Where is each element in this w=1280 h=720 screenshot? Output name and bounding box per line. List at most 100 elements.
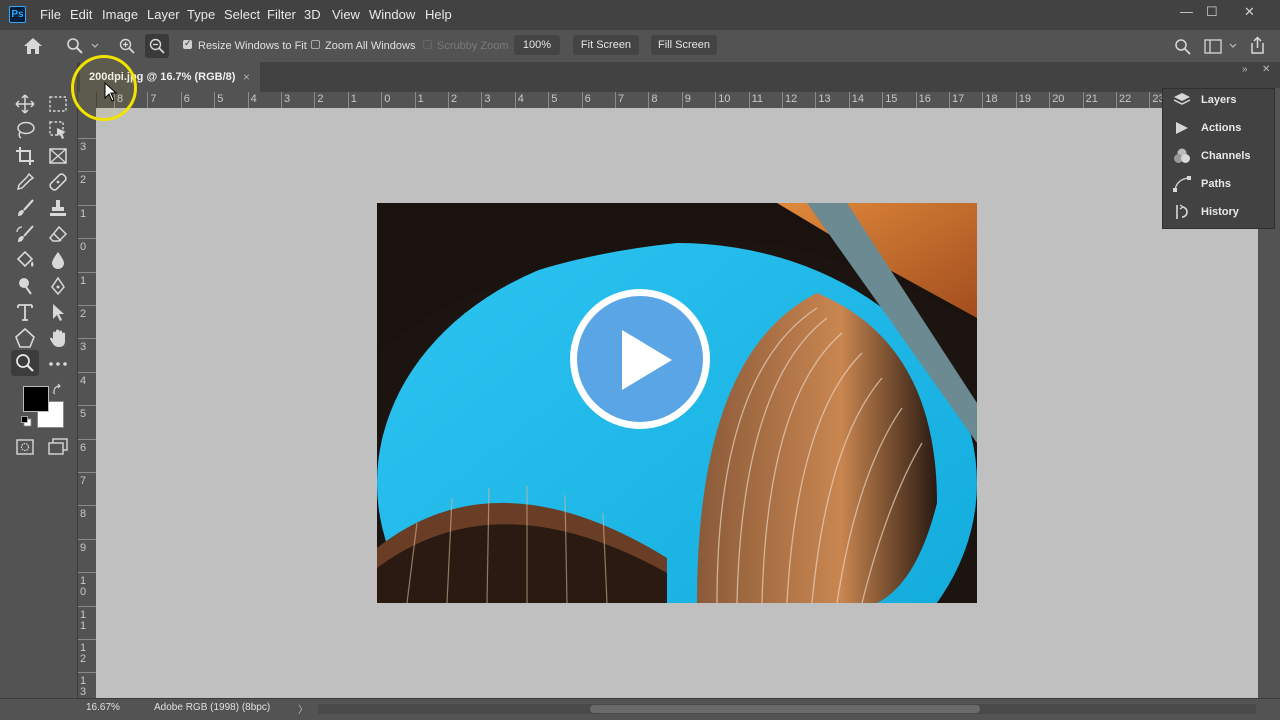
eyedropper-tool-icon[interactable] xyxy=(14,171,36,193)
horizontal-scrollbar-thumb[interactable] xyxy=(590,705,980,713)
more-tools-icon[interactable] xyxy=(47,353,69,375)
menu-help[interactable]: Help xyxy=(425,7,452,22)
panel-layers-label: Layers xyxy=(1201,94,1237,106)
ruler-v-tick xyxy=(78,204,96,206)
home-icon[interactable] xyxy=(23,37,43,55)
dodge-tool-icon[interactable] xyxy=(14,275,36,297)
swap-colors-icon[interactable] xyxy=(52,383,64,395)
menu-window[interactable]: Window xyxy=(369,7,415,22)
zoom-all-windows-checkbox[interactable] xyxy=(311,40,320,49)
search-icon[interactable] xyxy=(1174,38,1191,55)
ruler-h-label: 16 xyxy=(918,93,931,105)
ruler-h-label: 7 xyxy=(618,93,625,105)
panel-channels[interactable]: Channels xyxy=(1173,145,1273,167)
ruler-v-label: 13 xyxy=(80,675,87,698)
ruler-v-tick xyxy=(78,271,96,273)
ruler-h-label: 17 xyxy=(952,93,965,105)
marquee-tool-icon[interactable] xyxy=(47,93,69,115)
status-arrow-icon[interactable]: 〉 xyxy=(298,701,308,716)
pen-tool-icon[interactable] xyxy=(47,275,69,297)
panel-actions[interactable]: Actions xyxy=(1173,117,1273,139)
share-icon[interactable] xyxy=(1249,36,1266,55)
document-image[interactable] xyxy=(377,203,977,603)
zoom-out-button[interactable] xyxy=(145,34,169,58)
close-tab-icon[interactable]: × xyxy=(243,70,250,84)
zoom-value-field[interactable]: 100% xyxy=(514,35,560,55)
panel-paths[interactable]: Paths xyxy=(1173,173,1273,195)
ruler-h-label: 15 xyxy=(885,93,898,105)
shape-tool-icon[interactable] xyxy=(14,327,36,349)
menu-image[interactable]: Image xyxy=(102,7,138,22)
move-tool-icon[interactable] xyxy=(14,93,36,115)
ruler-v-tick xyxy=(78,171,96,173)
type-tool-icon[interactable] xyxy=(14,301,36,323)
lasso-tool-icon[interactable] xyxy=(14,119,36,141)
path-selection-tool-icon[interactable] xyxy=(47,301,69,323)
ruler-h-label: 6 xyxy=(183,93,190,105)
ruler-v-label: 11 xyxy=(80,608,87,632)
panel-channels-label: Channels xyxy=(1201,150,1251,162)
quick-mask-icon[interactable] xyxy=(16,439,34,455)
ruler-v-tick xyxy=(78,605,96,607)
default-colors-icon[interactable] xyxy=(21,416,32,427)
zoom-in-icon[interactable] xyxy=(119,38,135,54)
resize-windows-checkbox[interactable] xyxy=(183,38,192,49)
fill-screen-button[interactable]: Fill Screen xyxy=(651,35,717,55)
horizontal-scrollbar-track[interactable] xyxy=(318,704,1256,714)
zoom-tool-icon xyxy=(16,354,34,372)
horizontal-ruler: 8 7 6 5 4 3 2 1 0 1 2 3 4 5 6 7 8 9 10 11 12 13 14 15 16 17 18 19 20… xyxy=(96,92,1162,109)
zoom-tool-active-bg[interactable] xyxy=(11,350,39,376)
chevron-down-icon[interactable] xyxy=(91,43,99,49)
zoom-tool-preset-icon[interactable] xyxy=(66,37,84,55)
ruler-h-tick xyxy=(681,92,683,108)
ruler-h-label: 12 xyxy=(785,93,798,105)
menu-layer[interactable]: Layer xyxy=(147,7,180,22)
ruler-v-label: 4 xyxy=(80,374,87,387)
menu-filter[interactable]: Filter xyxy=(267,7,296,22)
menu-select[interactable]: Select xyxy=(224,7,260,22)
ruler-h-tick xyxy=(1116,92,1117,108)
paint-bucket-tool-icon[interactable] xyxy=(14,249,36,271)
crop-tool-icon[interactable] xyxy=(14,145,36,167)
panel-layers[interactable]: Layers xyxy=(1173,89,1273,111)
zoom-out-icon xyxy=(149,38,165,54)
menu-view[interactable]: View xyxy=(332,7,360,22)
close-panels-icon[interactable]: ✕ xyxy=(1262,64,1270,75)
object-selection-tool-icon[interactable] xyxy=(47,119,69,141)
workspace-icon[interactable] xyxy=(1204,39,1222,54)
status-zoom[interactable]: 16.67% xyxy=(86,702,120,713)
maximize-button[interactable]: ☐ xyxy=(1206,4,1218,20)
menu-edit[interactable]: Edit xyxy=(70,7,92,22)
expand-panels-icon[interactable]: » xyxy=(1242,64,1248,75)
history-brush-tool-icon[interactable] xyxy=(14,223,36,245)
minimize-button[interactable]: — xyxy=(1180,4,1193,19)
foreground-color-swatch[interactable] xyxy=(23,386,49,412)
eraser-tool-icon[interactable] xyxy=(47,223,69,245)
menu-type[interactable]: Type xyxy=(187,7,215,22)
ruler-h-label: 5 xyxy=(551,93,558,105)
clone-stamp-tool-icon[interactable] xyxy=(47,197,69,219)
close-window-button[interactable]: ✕ xyxy=(1244,4,1255,20)
menu-3d[interactable]: 3D xyxy=(304,7,321,22)
collapsed-panel-dock: Layers Actions Channels Paths History xyxy=(1162,88,1275,229)
ruler-v-tick xyxy=(78,572,96,574)
ruler-h-label: 5 xyxy=(217,93,224,105)
ruler-h-label: 20 xyxy=(1052,93,1065,105)
panel-history[interactable]: History xyxy=(1173,201,1273,223)
ruler-v-label: 6 xyxy=(80,441,87,454)
workspace-chevron-icon[interactable] xyxy=(1229,43,1237,49)
brush-tool-icon[interactable] xyxy=(14,197,36,219)
hand-tool-icon[interactable] xyxy=(47,327,69,349)
menu-file[interactable]: File xyxy=(40,7,61,22)
frame-tool-icon[interactable] xyxy=(47,145,69,167)
tools-panel xyxy=(0,62,78,698)
ruler-h-tick xyxy=(949,92,950,108)
ruler-v-tick xyxy=(78,238,96,240)
menu-bar: Ps File Edit Image Layer Type Select Fil… xyxy=(0,0,1280,30)
healing-brush-tool-icon[interactable] xyxy=(47,171,69,193)
ruler-v-tick xyxy=(78,405,96,407)
screen-mode-icon[interactable] xyxy=(48,438,68,456)
scrubby-zoom-checkbox[interactable] xyxy=(423,40,432,49)
blur-tool-icon[interactable] xyxy=(47,249,69,271)
fit-screen-button[interactable]: Fit Screen xyxy=(573,35,639,55)
